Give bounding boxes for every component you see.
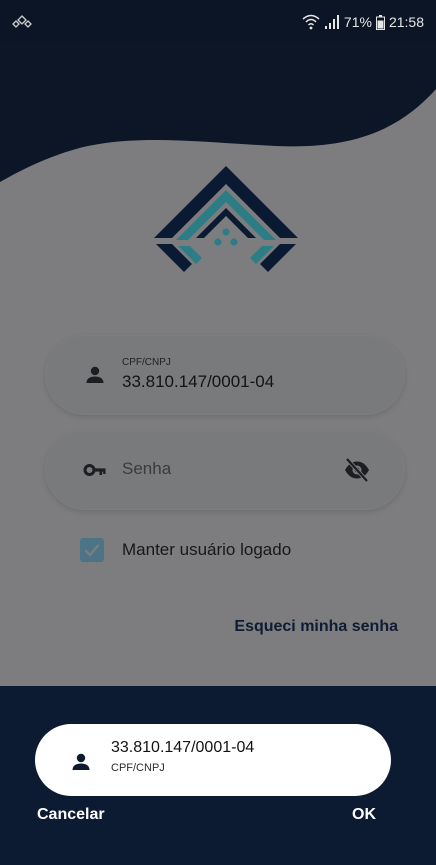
person-icon — [72, 753, 90, 770]
keep-logged-label: Manter usuário logado — [122, 540, 292, 559]
visibility-off-icon[interactable] — [343, 456, 371, 484]
keep-logged-row[interactable]: Manter usuário logado — [80, 538, 291, 562]
cpf-field-label: CPF/CNPJ — [122, 357, 171, 368]
status-left — [12, 15, 32, 29]
battery-icon — [375, 14, 385, 30]
status-right: 71% 21:58 — [302, 14, 424, 30]
signal-icon — [324, 15, 339, 29]
checkmark-icon — [84, 544, 100, 557]
person-icon — [86, 366, 104, 383]
app-logo — [154, 166, 298, 272]
status-time: 21:58 — [388, 14, 424, 30]
battery-percent: 71% — [343, 14, 372, 30]
password-field[interactable]: Senha — [45, 430, 405, 510]
app-notification-icon — [12, 15, 32, 28]
ok-button[interactable]: OK — [352, 806, 376, 824]
account-picker-sheet: 33.810.147/0001-04 CPF/CNPJ Cancelar OK — [0, 686, 436, 865]
saved-account-value: 33.810.147/0001-04 — [111, 739, 255, 756]
status-bar: 71% 21:58 — [0, 0, 436, 44]
wifi-icon — [302, 14, 320, 30]
keep-logged-checkbox[interactable] — [80, 538, 104, 562]
cancel-button[interactable]: Cancelar — [37, 806, 105, 824]
saved-account-label: CPF/CNPJ — [111, 762, 165, 774]
saved-account-item[interactable]: 33.810.147/0001-04 CPF/CNPJ — [35, 724, 391, 796]
cpf-field-value: 33.810.147/0001-04 — [122, 372, 275, 391]
cpf-field[interactable]: CPF/CNPJ 33.810.147/0001-04 — [45, 335, 405, 415]
forgot-password-link[interactable]: Esqueci minha senha — [234, 618, 398, 636]
login-screen: CPF/CNPJ 33.810.147/0001-04 Senha Manter… — [0, 44, 436, 686]
key-icon — [83, 464, 106, 476]
password-placeholder: Senha — [122, 459, 172, 478]
